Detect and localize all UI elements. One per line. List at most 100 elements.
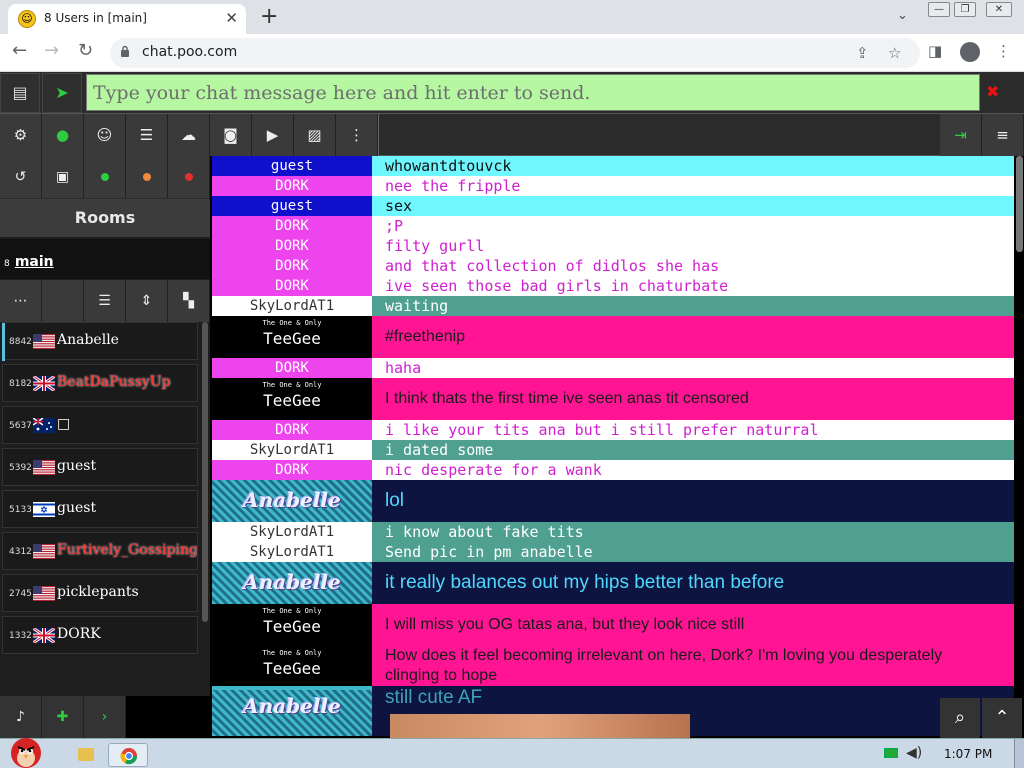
reload-icon[interactable]: ↻: [78, 40, 93, 61]
cloud-upload-icon: ☁: [181, 126, 196, 144]
tab-close-icon[interactable]: ✕: [225, 9, 238, 27]
send-button[interactable]: ➤: [42, 73, 82, 113]
userlist-toolbar: ⋯ ☰ ⇕ ▚: [0, 280, 210, 322]
side-panel-icon[interactable]: ◨: [928, 42, 942, 60]
chat-nick[interactable]: DORK: [212, 460, 372, 480]
browser-tab[interactable]: ☺ 8 Users in [main] ✕: [8, 4, 246, 34]
user-list-item[interactable]: 2745 picklepants: [2, 574, 198, 612]
camera-button[interactable]: ◙: [210, 114, 252, 156]
chat-nick[interactable]: SkyLordAT1: [212, 522, 372, 542]
chat-nick[interactable]: The One & Only TeeGee: [212, 646, 372, 686]
tab-search-chevron-icon[interactable]: ⌄: [897, 8, 908, 23]
status-red-button[interactable]: [168, 156, 210, 198]
userlist-sort-button[interactable]: ⇕: [126, 280, 168, 322]
chat-nick[interactable]: The One & Only TeeGee: [212, 378, 372, 420]
user-list-item[interactable]: 5133 guest: [2, 490, 198, 528]
userlist-blank-button[interactable]: [42, 280, 84, 322]
chat-nick[interactable]: SkyLordAT1: [212, 440, 372, 460]
gift-button[interactable]: ✚: [42, 696, 84, 738]
chat-message-text: lol: [372, 480, 1014, 522]
scroll-up-button[interactable]: ⌃: [982, 698, 1022, 738]
chat-nick[interactable]: The One & Only TeeGee: [212, 604, 372, 646]
shared-photo-thumbnail[interactable]: [390, 714, 690, 738]
user-name: □: [57, 416, 71, 432]
restore-button[interactable]: ❐: [954, 2, 976, 17]
expand-panel-button[interactable]: ›: [84, 696, 126, 738]
userlist-doors-button[interactable]: ▚: [168, 280, 210, 322]
user-list-item[interactable]: 8842 Anabelle: [2, 322, 198, 361]
login-button[interactable]: ⇥: [940, 114, 982, 156]
emoji-button[interactable]: ☺: [84, 114, 126, 156]
taskbar-chrome-icon[interactable]: [108, 743, 148, 767]
bookmark-star-icon[interactable]: ☆: [888, 44, 901, 62]
forward-arrow-icon[interactable]: →: [44, 40, 59, 61]
more-options-button[interactable]: ⋮: [336, 114, 378, 156]
status-green-button[interactable]: [84, 156, 126, 198]
chat-nick[interactable]: guest: [212, 156, 372, 176]
au-flag-icon: [32, 417, 55, 433]
volume-tray-icon[interactable]: ◀): [906, 745, 922, 761]
chat-message-input[interactable]: [86, 74, 980, 111]
user-id: 8842: [9, 337, 32, 347]
back-arrow-icon[interactable]: ←: [12, 40, 27, 61]
chat-nick[interactable]: The One & Only TeeGee: [212, 316, 372, 358]
chat-nick[interactable]: guest: [212, 196, 372, 216]
chat-scrollbar[interactable]: [1016, 156, 1023, 252]
history-button[interactable]: ↺: [0, 156, 42, 198]
show-desktop-button[interactable]: [1014, 739, 1024, 768]
user-list-item[interactable]: 5392 guest: [2, 448, 198, 486]
chat-message-row: DORK ;P: [212, 216, 1014, 236]
youtube-button[interactable]: ▶: [252, 114, 294, 156]
youtube-icon: ▶: [266, 126, 279, 144]
nick-name: TeeGee: [263, 617, 321, 636]
list-toggle-button[interactable]: ▤: [0, 73, 40, 113]
image-button[interactable]: ▨: [294, 114, 336, 156]
start-button-angry-bird-icon[interactable]: [4, 731, 48, 768]
browser-menu-icon[interactable]: ⋮: [996, 42, 1011, 60]
chat-nick[interactable]: DORK: [212, 358, 372, 378]
chat-nick[interactable]: DORK: [212, 236, 372, 256]
clear-message-icon[interactable]: ✖: [986, 82, 999, 101]
us-flag-icon: [33, 334, 55, 349]
chat-nick[interactable]: DORK: [212, 176, 372, 196]
chat-nick[interactable]: DORK: [212, 216, 372, 236]
user-list-item[interactable]: 1332 DORK: [2, 616, 198, 654]
chat-nick[interactable]: DORK: [212, 256, 372, 276]
minimize-button[interactable]: —: [928, 2, 950, 17]
main-menu-button[interactable]: ≡: [982, 114, 1024, 156]
anabelle-nick-logo[interactable]: Anabelle: [212, 480, 372, 522]
chat-message-text: How does it feel becoming irrelevant on …: [372, 646, 1014, 686]
user-list-item[interactable]: 4312 Furtively_Gossiping: [2, 532, 198, 570]
upload-button[interactable]: ☁: [168, 114, 210, 156]
address-bar[interactable]: chat.poo.com ⇪ ☆: [110, 38, 920, 68]
settings-button[interactable]: ⚙: [0, 114, 42, 156]
chat-nick[interactable]: DORK: [212, 420, 372, 440]
user-id: 1332: [9, 631, 32, 641]
room-item-main[interactable]: 8 main: [0, 239, 210, 279]
chat-message-text: nee the fripple: [372, 176, 1014, 196]
profile-avatar-icon[interactable]: [960, 42, 980, 62]
chat-nick[interactable]: DORK: [212, 276, 372, 296]
userlist-scrollbar[interactable]: [202, 322, 208, 622]
profile-button[interactable]: ●: [42, 114, 84, 156]
user-list-item[interactable]: 8182 BeatDaPussyUp: [2, 364, 198, 402]
chat-nick[interactable]: SkyLordAT1: [212, 542, 372, 562]
network-tray-icon[interactable]: [884, 748, 898, 758]
status-orange-button[interactable]: [126, 156, 168, 198]
text-options-button[interactable]: ☰: [126, 114, 168, 156]
new-tab-button[interactable]: +: [260, 4, 278, 29]
taskbar-explorer-icon[interactable]: [66, 743, 106, 767]
anabelle-nick-logo[interactable]: Anabelle: [212, 686, 372, 736]
share-icon[interactable]: ⇪: [856, 44, 869, 62]
userlist-view-button[interactable]: ☰: [84, 280, 126, 322]
gifts-button[interactable]: ▣: [42, 156, 84, 198]
search-button[interactable]: ⌕: [940, 698, 980, 738]
user-name: guest: [57, 500, 97, 516]
anabelle-nick-logo[interactable]: Anabelle: [212, 562, 372, 604]
browser-tab-strip: ☺ 8 Users in [main] ✕ + ⌄ — ❐ ✕: [0, 0, 1024, 34]
tray-clock[interactable]: 1:07 PM: [944, 747, 992, 761]
user-list-item[interactable]: 5637 □: [2, 406, 198, 444]
window-close-button[interactable]: ✕: [986, 2, 1012, 17]
chat-nick[interactable]: SkyLordAT1: [212, 296, 372, 316]
userlist-more-button[interactable]: ⋯: [0, 280, 42, 322]
